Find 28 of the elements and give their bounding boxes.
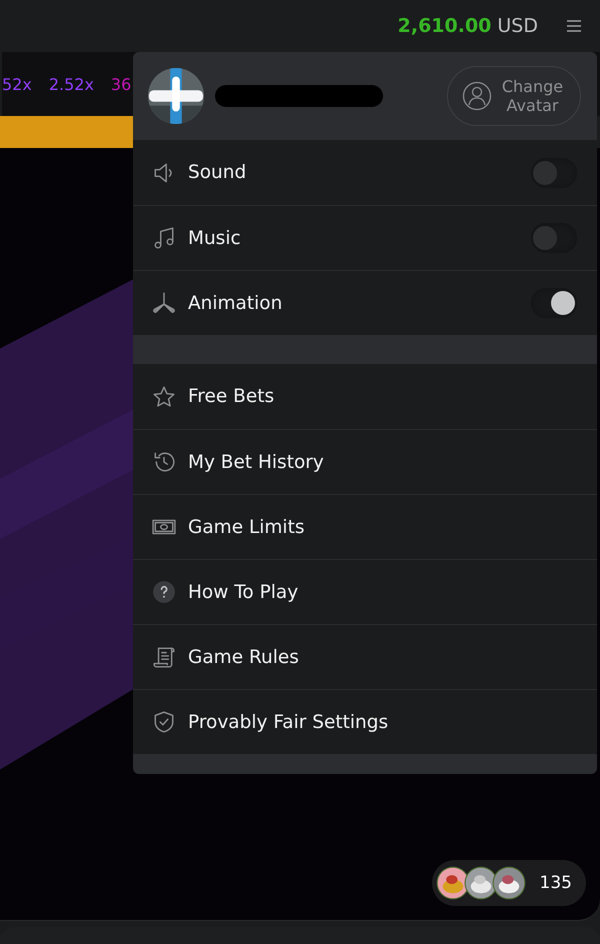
menu-icon[interactable] <box>566 19 582 33</box>
multiplier-value: 52x <box>2 74 32 94</box>
shield-icon <box>152 710 176 734</box>
toggle-switch[interactable] <box>531 158 577 188</box>
menu-item[interactable]: Provably Fair Settings <box>133 689 597 754</box>
online-count: 135 <box>540 873 572 893</box>
setting-label: Animation <box>188 292 282 314</box>
balance-amount: 2,610.00 <box>398 15 492 37</box>
help-icon <box>152 580 176 604</box>
user-icon <box>462 81 492 111</box>
setting-label: Music <box>188 228 241 248</box>
change-avatar-button[interactable]: Change Avatar <box>447 66 581 126</box>
toggle-switch[interactable] <box>531 288 577 318</box>
menu-item[interactable]: Game Rules <box>133 624 597 689</box>
star-icon <box>152 384 176 408</box>
multiplier-value: 36 <box>110 74 132 94</box>
setting-label: Sound <box>188 162 246 183</box>
scroll-icon <box>152 645 176 669</box>
balance-currency: USD <box>497 15 538 37</box>
music-note-icon <box>152 226 176 250</box>
toggle-switch[interactable] <box>531 223 577 253</box>
propeller-icon <box>152 291 176 315</box>
menu-item[interactable]: My Bet History <box>133 429 597 494</box>
menu-item[interactable]: How To Play <box>133 559 597 624</box>
history-icon <box>152 450 176 474</box>
menu-item[interactable]: Free Bets <box>133 364 597 429</box>
multiplier-value: 2.52x <box>48 74 94 94</box>
menu-item[interactable]: Game Limits <box>133 494 597 559</box>
